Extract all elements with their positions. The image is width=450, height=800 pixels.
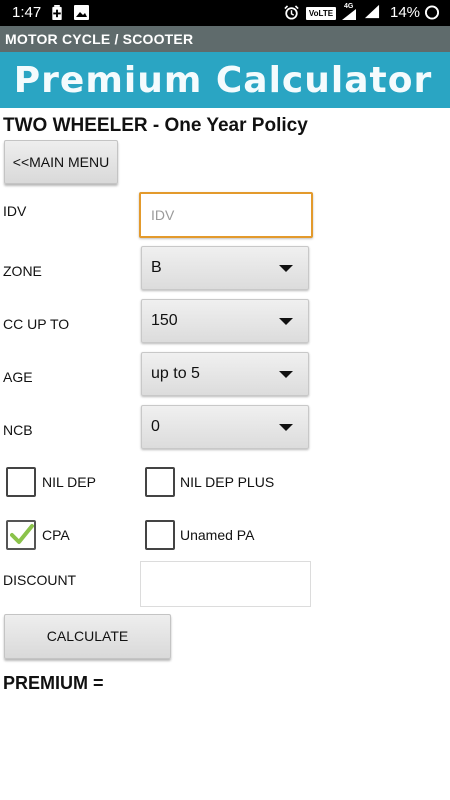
discount-input[interactable] [140, 561, 311, 607]
check-icon [10, 524, 34, 544]
main-menu-button[interactable]: <<MAIN MENU [4, 140, 118, 184]
ncb-label: NCB [3, 422, 33, 438]
alarm-icon [284, 5, 299, 20]
clock: 1:47 [12, 4, 42, 21]
chevron-down-icon [279, 424, 293, 431]
cpa-checkbox[interactable] [6, 520, 36, 550]
idv-input[interactable] [139, 192, 313, 238]
battery-icon [424, 5, 440, 20]
battery-saver-icon [52, 5, 62, 20]
cc-select-value: 150 [151, 312, 178, 329]
nil-dep-plus-checkbox[interactable] [145, 467, 175, 497]
banner-title: Premium Calculator [13, 60, 433, 101]
page-title: TWO WHEELER - One Year Policy [3, 115, 308, 136]
cpa-label: CPA [42, 527, 70, 543]
discount-label: DISCOUNT [3, 572, 77, 588]
banner: Premium Calculator [0, 52, 450, 108]
age-select[interactable]: up to 5 [141, 352, 309, 396]
idv-label: IDV [3, 203, 27, 219]
gallery-icon [74, 5, 89, 20]
chevron-down-icon [279, 265, 293, 272]
calculate-button[interactable]: CALCULATE [4, 614, 171, 659]
zone-label: ZONE [3, 263, 42, 279]
premium-result: PREMIUM = [3, 673, 104, 693]
nil-dep-checkbox[interactable] [6, 467, 36, 497]
age-label: AGE [3, 369, 33, 385]
volte-icon: VoLTE [306, 7, 336, 20]
chevron-down-icon [279, 318, 293, 325]
chevron-down-icon [279, 371, 293, 378]
signal-4g-icon: 4G [340, 3, 358, 21]
battery-percent: 14% [390, 4, 421, 21]
app-title: MOTOR CYCLE / SCOOTER [5, 31, 194, 47]
zone-select[interactable]: B [141, 246, 309, 290]
ncb-select-value: 0 [151, 418, 160, 435]
nil-dep-plus-label: NIL DEP PLUS [180, 474, 275, 490]
ncb-select[interactable]: 0 [141, 405, 309, 449]
status-bar: 1:47 VoLTE 4G 14% [0, 0, 450, 26]
nil-dep-label: NIL DEP [42, 474, 96, 490]
cc-select[interactable]: 150 [141, 299, 309, 343]
cc-label: CC UP TO [3, 316, 70, 332]
unamed-pa-label: Unamed PA [180, 527, 255, 543]
age-select-value: up to 5 [151, 365, 200, 382]
zone-select-value: B [151, 259, 162, 276]
unamed-pa-checkbox[interactable] [145, 520, 175, 550]
signal-icon [364, 4, 380, 19]
action-bar: MOTOR CYCLE / SCOOTER [0, 26, 450, 52]
